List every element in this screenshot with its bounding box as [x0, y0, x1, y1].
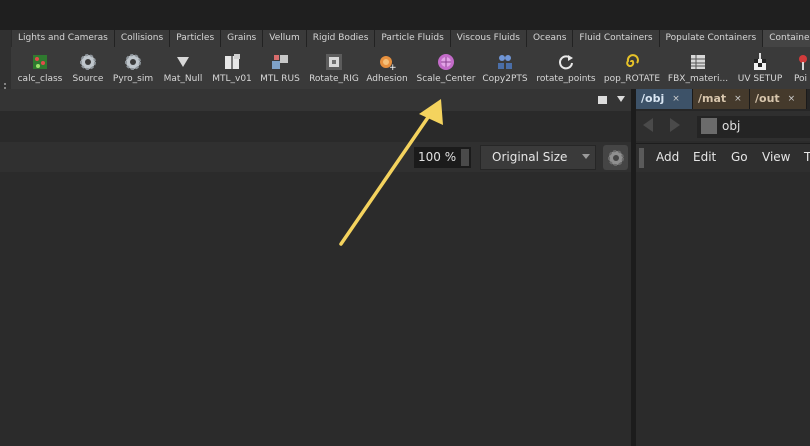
- annotation-arrow-icon: [339, 99, 443, 246]
